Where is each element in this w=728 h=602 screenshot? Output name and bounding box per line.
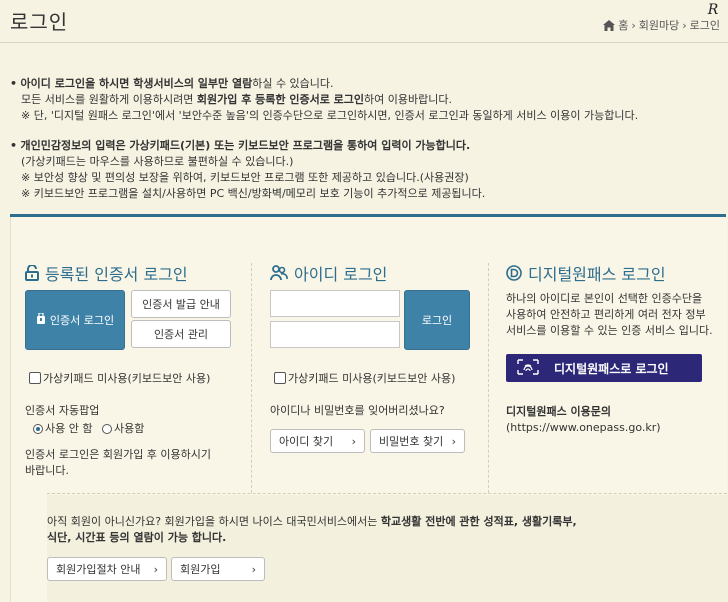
home-icon[interactable]	[603, 19, 616, 31]
join-section	[47, 495, 728, 602]
checkbox-box[interactable]	[29, 372, 41, 384]
radio-popup-on[interactable]: 사용함	[101, 421, 144, 437]
onepass-title: 디지털원패스 로그인	[506, 261, 666, 285]
cert-keypad-checkbox[interactable]: 가상키패드 미사용(키보드보안 사용)	[29, 370, 210, 386]
checkbox-box[interactable]	[274, 372, 286, 384]
id-login-title: 아이디 로그인	[270, 261, 387, 285]
id-login-button[interactable]: 로그인	[404, 290, 470, 350]
onepass-login-button[interactable]: 디지털원패스로 로그인	[506, 354, 702, 382]
join-guide-button[interactable]: 회원가입절차 안내 ›	[47, 557, 167, 581]
chevron-right-icon: ›	[451, 434, 456, 448]
keypad-notice: • 개인민감정보의 입력은 가상키패드(기본) 또는 키보드보안 프로그램을 통…	[10, 139, 486, 200]
onepass-inquiry-title: 디지털원패스 이용문의	[506, 405, 612, 418]
onepass-description: 하나의 아이디로 본인이 선택한 인증수단을 사용하여 안전하고 편리하게 여러…	[506, 292, 713, 337]
users-icon	[270, 265, 288, 281]
login-panel: 등록된 인증서 로그인 인증서 로그인 인증서 발급 안내 인증서 관리 가상키…	[10, 217, 728, 602]
corner-mark-icon: R	[707, 2, 719, 18]
radio-popup-off[interactable]: 사용 안 함	[33, 421, 92, 437]
chevron-right-icon: ›	[153, 562, 158, 576]
login-notice: • 아이디 로그인을 하시면 학생서비스의 일부만 열람하실 수 있습니다. 모…	[10, 77, 639, 122]
cert-note: 인증서 로그인은 회원가입 후 이용하시기 바랍니다.	[25, 448, 212, 477]
join-button[interactable]: 회원가입 ›	[171, 557, 265, 581]
breadcrumb: 홈 › 회원마당 › 로그인	[603, 17, 720, 33]
cert-login-button[interactable]: 인증서 로그인	[25, 290, 125, 350]
chevron-right-icon: ›	[351, 434, 356, 448]
cert-manage-button[interactable]: 인증서 관리	[131, 320, 231, 348]
chevron-right-icon: ›	[251, 562, 256, 576]
cert-popup-label: 인증서 자동팝업	[25, 404, 100, 417]
chevron-right-icon: ›	[631, 18, 636, 32]
breadcrumb-home[interactable]: 홈	[618, 17, 628, 33]
id-keypad-checkbox[interactable]: 가상키패드 미사용(키보드보안 사용)	[274, 370, 455, 386]
usb-key-icon	[36, 312, 46, 327]
cert-popup-options: 사용 안 함 사용함	[33, 421, 150, 439]
onepass-d-icon	[506, 265, 522, 281]
find-password-button[interactable]: 비밀번호 찾기 ›	[370, 429, 465, 453]
fingerprint-icon	[516, 358, 540, 379]
onepass-inquiry-url[interactable]: (https://www.onepass.go.kr)	[506, 420, 661, 436]
breadcrumb-login: 로그인	[689, 19, 720, 32]
page-title: 로그인	[10, 10, 69, 34]
cert-issue-guide-button[interactable]: 인증서 발급 안내	[131, 290, 231, 318]
title-divider	[0, 42, 728, 43]
unlock-icon	[25, 265, 39, 281]
join-divider	[47, 493, 728, 494]
forgot-text: 아이디나 비밀번호를 잊어버리셨나요?	[270, 404, 445, 417]
find-id-button[interactable]: 아이디 찾기 ›	[270, 429, 365, 453]
join-text: 아직 회원이 아니신가요? 회원가입을 하시면 나이스 대국민서비스에서는 학교…	[47, 515, 577, 544]
column-divider	[251, 263, 252, 503]
cert-login-title: 등록된 인증서 로그인	[25, 261, 188, 285]
id-input[interactable]	[270, 290, 400, 317]
chevron-right-icon: ›	[682, 18, 687, 32]
breadcrumb-member[interactable]: 회원마당	[639, 17, 679, 33]
password-input[interactable]	[270, 321, 400, 348]
column-divider	[488, 263, 489, 503]
